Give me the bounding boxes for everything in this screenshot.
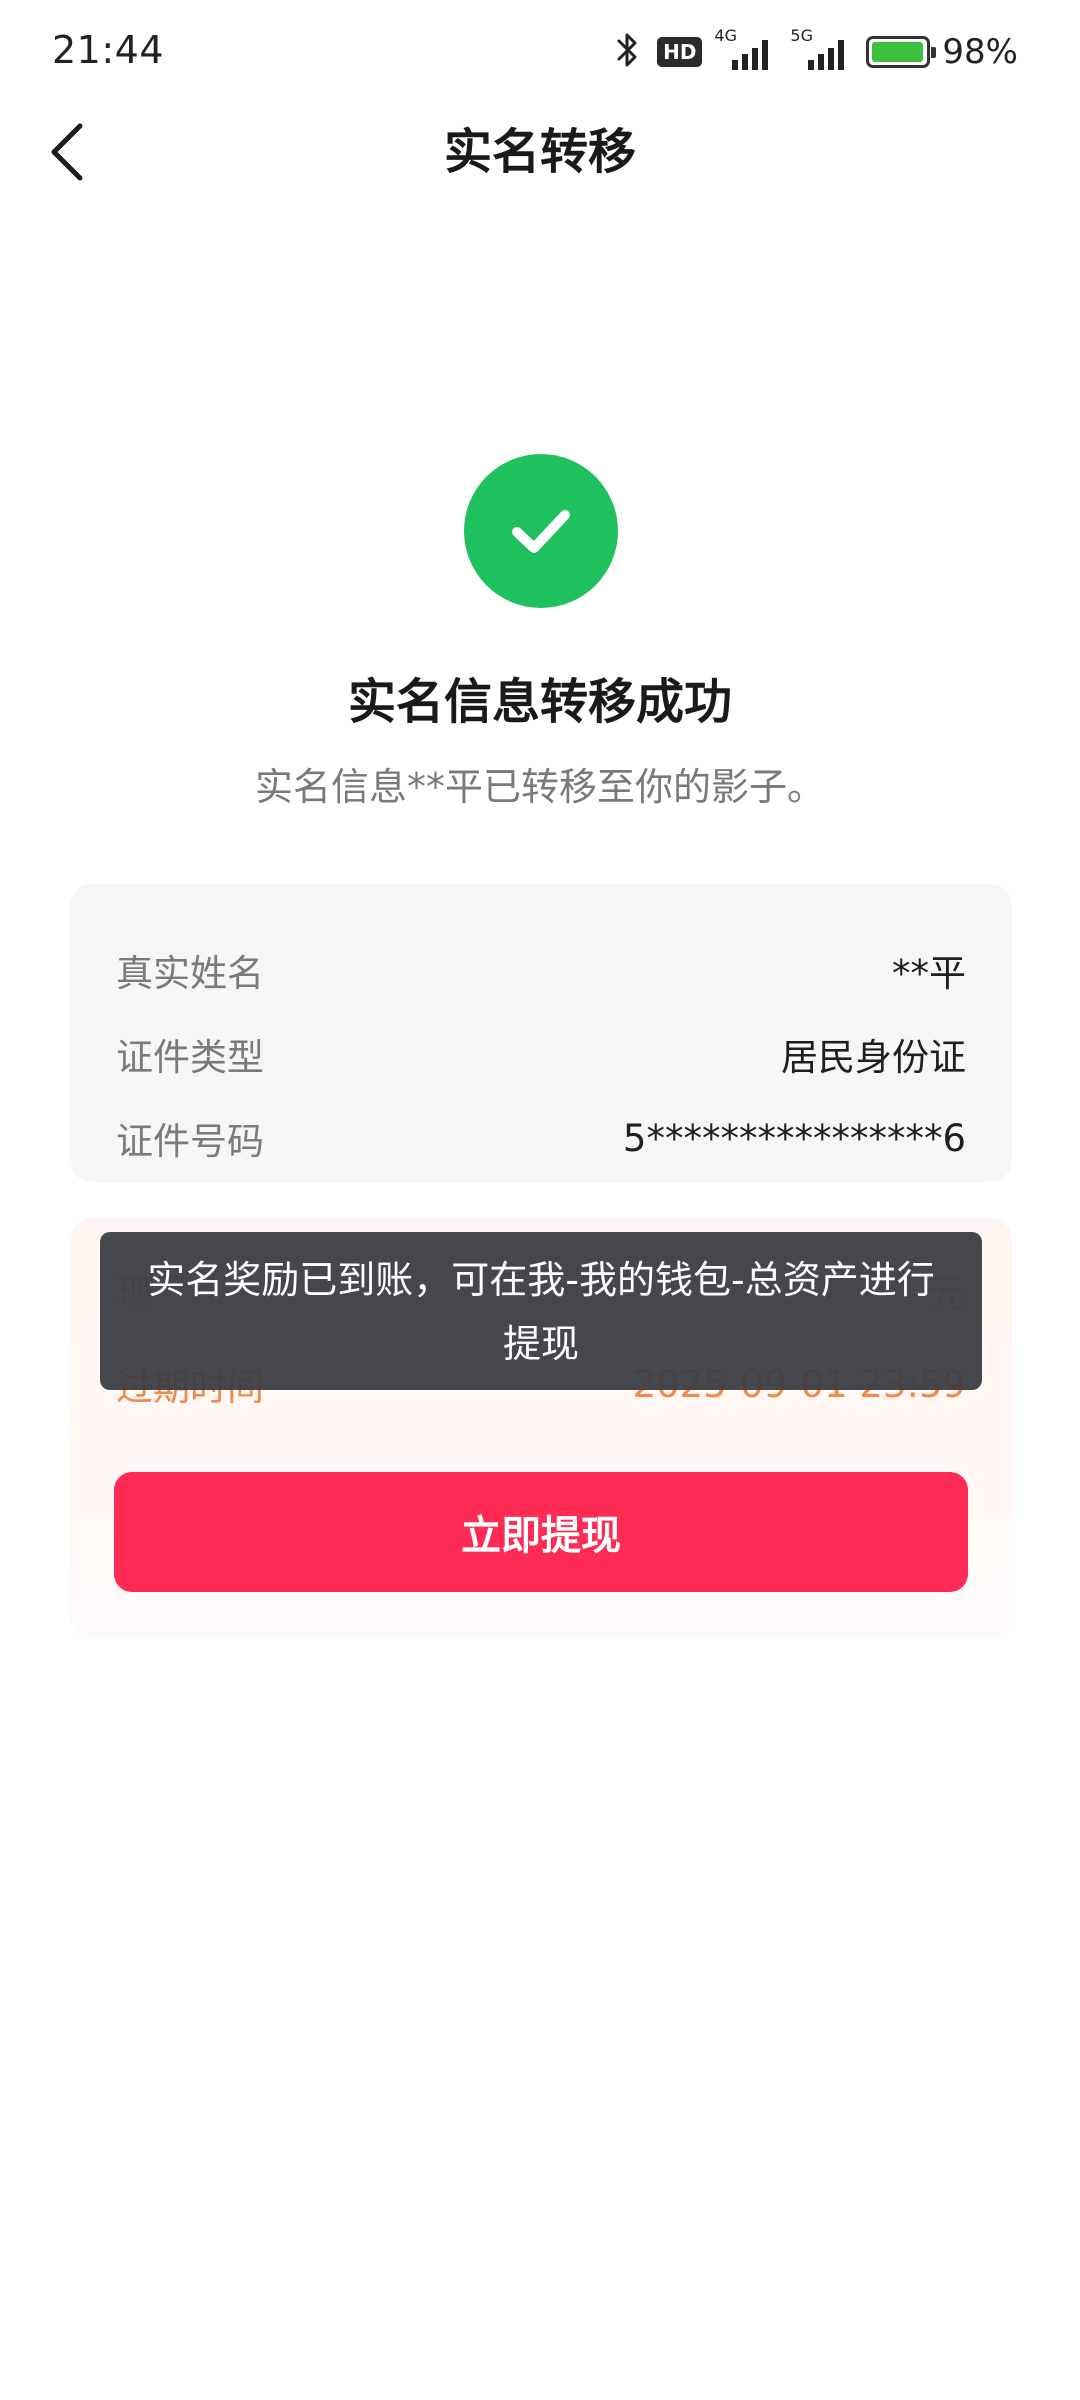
info-value: **平 [892,952,966,995]
info-row-id-number: 证件号码 5****************6 [116,1110,966,1166]
info-label: 证件号码 [116,1120,264,1163]
info-row-id-type: 证件类型 居民身份证 [116,1026,966,1082]
info-value: 5****************6 [622,1116,966,1160]
info-row-name: 真实姓名 **平 [116,942,966,998]
page-header: 实名转移 [0,104,1080,216]
info-value: 居民身份证 [781,1036,966,1079]
signal-4g-icon: 4G [714,26,778,72]
success-check-icon [464,454,618,608]
identity-info-card: 真实姓名 **平 证件类型 居民身份证 证件号码 5**************… [70,884,1012,1182]
toast-message: 实名奖励已到账，可在我-我的钱包-总资产进行提现 [100,1232,982,1390]
withdraw-button[interactable]: 立即提现 [114,1472,968,1592]
info-label: 证件类型 [116,1036,264,1079]
status-bar: 21:44 HD 4G 5G 98% [0,0,1080,104]
status-time: 21:44 [52,28,165,72]
signal-5g-icon: 5G [790,26,854,72]
battery-percent: 98% [942,32,1018,72]
status-icons: HD 4G 5G 98% [611,26,1018,76]
hd-badge: HD [657,37,703,67]
battery-fill [872,42,924,62]
success-title: 实名信息转移成功 [347,674,732,730]
bluetooth-icon [611,30,645,74]
page-title: 实名转移 [443,124,636,180]
battery-icon [866,36,937,68]
success-subtitle: 实名信息**平已转移至你的影子。 [254,765,825,809]
info-label: 真实姓名 [116,952,264,995]
